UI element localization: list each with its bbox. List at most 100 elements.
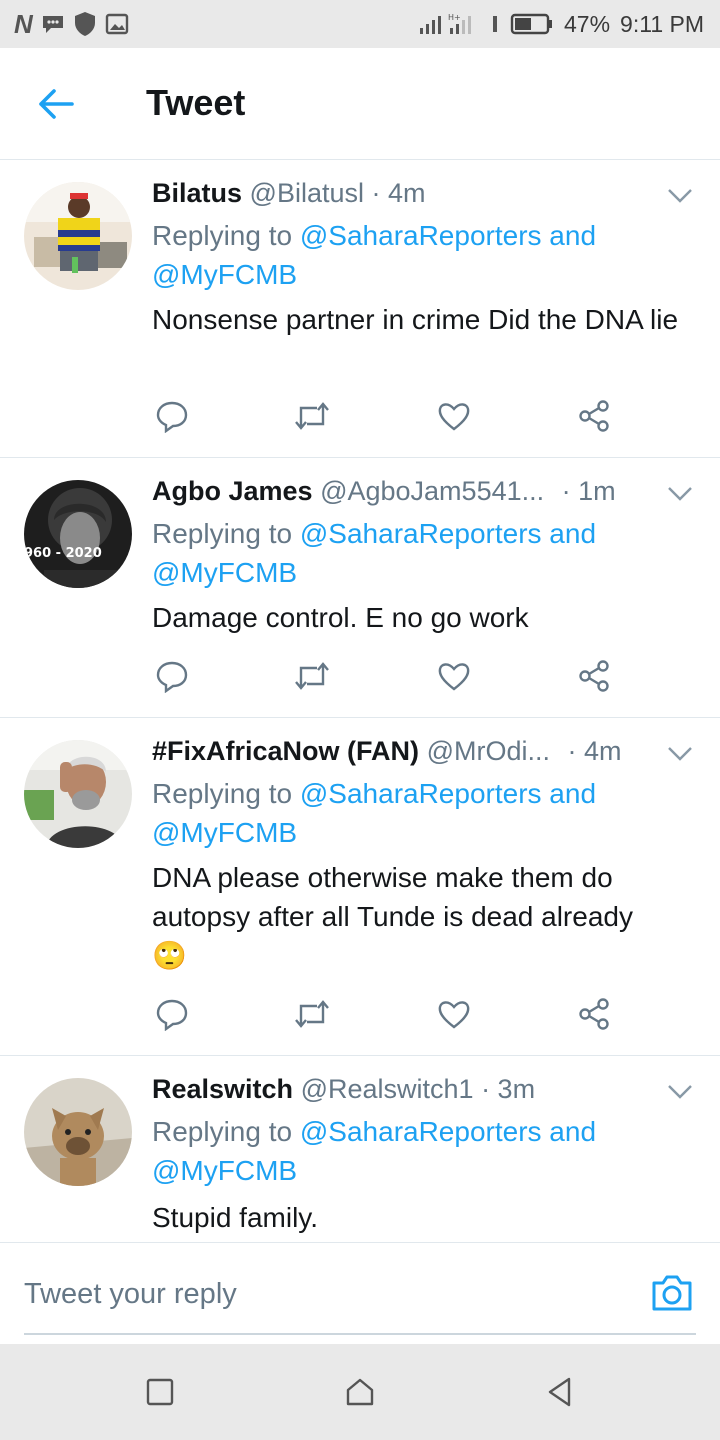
chevron-down-icon[interactable]: [666, 484, 694, 504]
retweet-icon: [295, 662, 329, 690]
camera-icon: [652, 1275, 692, 1311]
mention-link[interactable]: @SaharaReporters and: [300, 518, 596, 549]
home-icon: [346, 1378, 374, 1406]
n-icon: N: [14, 8, 33, 39]
tweet-text: DNA please otherwise make them do autops…: [152, 858, 692, 975]
shield-icon: [73, 11, 97, 37]
tweet-actions: [152, 994, 622, 1034]
avatar[interactable]: [24, 1078, 132, 1186]
reply-input[interactable]: Tweet your reply: [24, 1271, 624, 1317]
user-handle[interactable]: @Realswitch1: [301, 1074, 474, 1104]
timestamp: · 4m: [567, 736, 622, 766]
tweet-text: Stupid family.: [152, 1202, 318, 1233]
tweet-actions: [152, 656, 622, 696]
reply-icon: [156, 999, 188, 1031]
heart-icon: [438, 663, 470, 691]
replying-label: Replying to: [152, 518, 293, 549]
mention-link[interactable]: @MyFCMB: [152, 1155, 297, 1186]
share-icon: [579, 660, 609, 692]
replying-to: Replying to @SaharaReporters and @MyFCMB: [152, 514, 632, 592]
triangle-back-icon: [548, 1377, 571, 1407]
page-title: Tweet: [146, 82, 246, 123]
retweet-button[interactable]: [292, 994, 332, 1034]
eye-roll-emoji: 🙄: [152, 940, 187, 971]
avatar[interactable]: [24, 182, 132, 290]
back-nav-button[interactable]: [540, 1372, 580, 1412]
mention-link[interactable]: @MyFCMB: [152, 557, 297, 588]
replying-label: Replying to: [152, 220, 293, 251]
reply-button[interactable]: [152, 994, 192, 1034]
timestamp: · 3m: [481, 1074, 536, 1104]
status-bar: N H+ 47% 9:11 PM: [0, 0, 720, 48]
replying-to: Replying to @SaharaReporters and @MyFCMB: [152, 1112, 632, 1190]
back-arrow-icon: [39, 89, 74, 119]
tweet-header: Realswitch @Realswitch1 · 3m: [152, 1074, 535, 1105]
tweet-item[interactable]: Realswitch @Realswitch1 · 3m Replying to…: [0, 1056, 720, 1242]
retweet-button[interactable]: [292, 396, 332, 436]
tweet-header: Bilatus @Bilatusl · 4m: [152, 178, 426, 209]
camera-button[interactable]: [650, 1273, 694, 1313]
share-button[interactable]: [574, 994, 614, 1034]
display-name[interactable]: #FixAfricaNow (FAN): [152, 736, 419, 766]
notification-icons: N: [14, 9, 129, 40]
like-button[interactable]: [434, 994, 474, 1034]
replying-label: Replying to: [152, 778, 293, 809]
avatar[interactable]: [24, 740, 132, 848]
image-icon: [105, 12, 129, 36]
battery-percent: 47%: [564, 10, 611, 37]
share-button[interactable]: [574, 396, 614, 436]
mention-link[interactable]: @MyFCMB: [152, 259, 297, 290]
replying-to: Replying to @SaharaReporters and @MyFCMB: [152, 774, 632, 852]
retweet-button[interactable]: [292, 656, 332, 696]
chevron-down-icon[interactable]: [666, 186, 694, 206]
reply-divider: [24, 1333, 696, 1335]
tweet-text: Damage control. E no go work: [152, 602, 529, 633]
message-icon: [41, 13, 65, 35]
home-button[interactable]: [340, 1372, 380, 1412]
reply-icon: [156, 661, 188, 693]
timestamp: · 4m: [371, 178, 426, 208]
user-handle[interactable]: @MrOdi...: [427, 736, 550, 766]
vibrate-icon: [490, 12, 500, 36]
timestamp: · 1m: [561, 476, 616, 506]
like-button[interactable]: [434, 396, 474, 436]
user-handle[interactable]: @AgboJam5541...: [320, 476, 544, 506]
back-button[interactable]: [36, 84, 76, 124]
retweet-icon: [295, 402, 329, 430]
heart-icon: [438, 1001, 470, 1029]
display-name[interactable]: Realswitch: [152, 1074, 293, 1104]
chevron-down-icon[interactable]: [666, 744, 694, 764]
battery-icon: [510, 13, 554, 35]
reply-button[interactable]: [152, 396, 192, 436]
display-name[interactable]: Bilatus: [152, 178, 242, 208]
signal-icon: H+: [418, 12, 480, 36]
tweet-actions: [152, 396, 622, 436]
tweet-text-content: DNA please otherwise make them do autops…: [152, 862, 633, 932]
mention-link[interactable]: @MyFCMB: [152, 817, 297, 848]
retweet-icon: [295, 1000, 329, 1028]
recents-button[interactable]: [140, 1372, 180, 1412]
tweet-header: #FixAfricaNow (FAN) @MrOdi... · 4m: [152, 736, 652, 767]
user-handle[interactable]: @Bilatusl: [250, 178, 364, 208]
share-icon: [579, 400, 609, 432]
share-button[interactable]: [574, 656, 614, 696]
mention-link[interactable]: @SaharaReporters and: [300, 220, 596, 251]
tweet-item[interactable]: 960 - 2020 Agbo James @AgboJam5541... · …: [0, 458, 720, 718]
tweet-header: Agbo James @AgboJam5541... · 1m: [152, 476, 652, 507]
share-icon: [579, 998, 609, 1030]
tweet-item[interactable]: Bilatus @Bilatusl · 4m Replying to @Saha…: [0, 160, 720, 458]
replying-label: Replying to: [152, 1116, 293, 1147]
tweet-item[interactable]: #FixAfricaNow (FAN) @MrOdi... · 4m Reply…: [0, 718, 720, 1056]
chevron-down-icon[interactable]: [666, 1082, 694, 1102]
reply-button[interactable]: [152, 656, 192, 696]
mention-link[interactable]: @SaharaReporters and: [300, 778, 596, 809]
svg-text:H+: H+: [448, 13, 461, 22]
mention-link[interactable]: @SaharaReporters and: [300, 1116, 596, 1147]
replying-to: Replying to @SaharaReporters and @MyFCMB: [152, 216, 632, 294]
like-button[interactable]: [434, 656, 474, 696]
reply-bar: Tweet your reply: [0, 1242, 720, 1345]
navigation-bar: [0, 1344, 720, 1440]
display-name[interactable]: Agbo James: [152, 476, 313, 506]
reply-icon: [156, 401, 188, 433]
avatar[interactable]: 960 - 2020: [24, 480, 132, 588]
